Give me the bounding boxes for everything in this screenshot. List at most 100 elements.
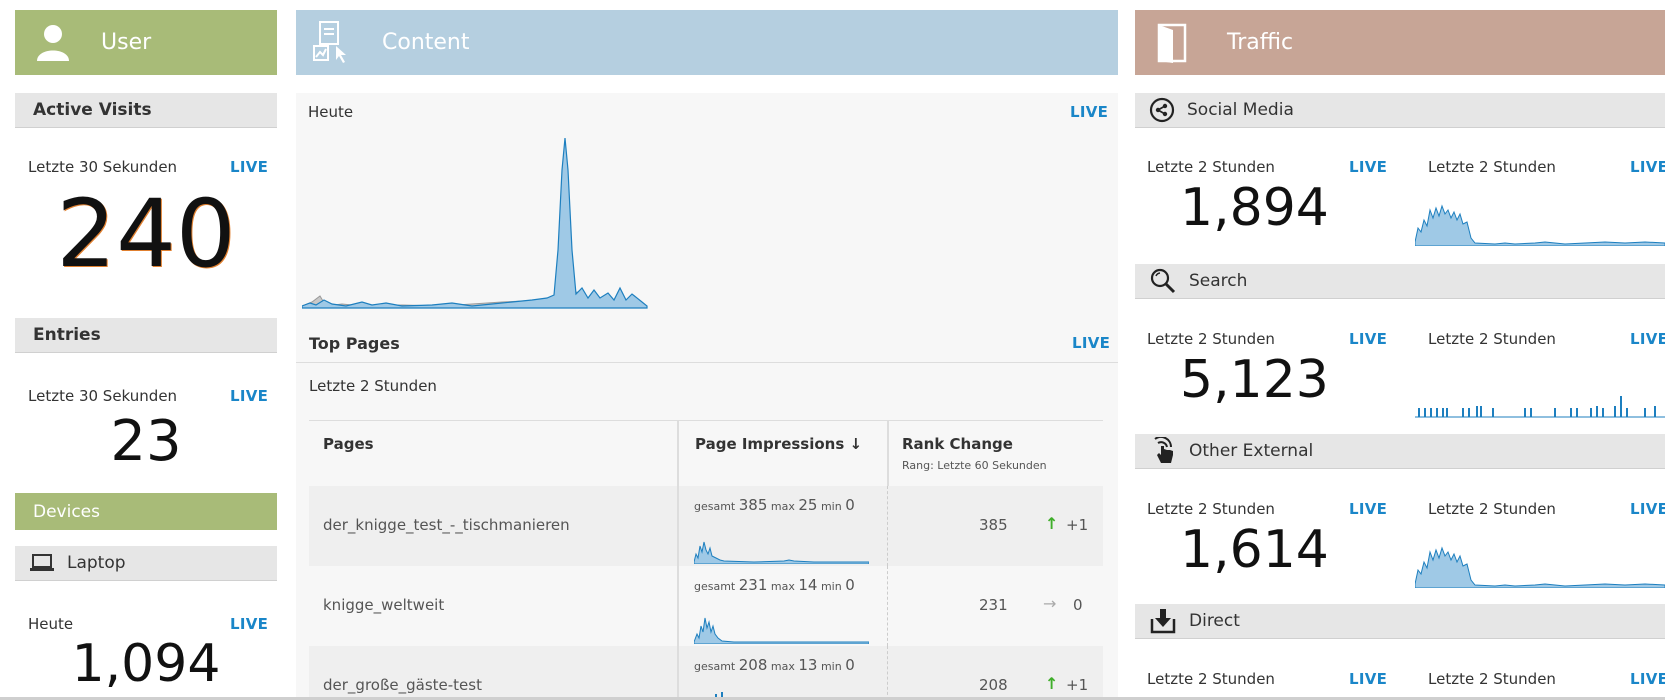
row-page-name[interactable]: der_große_gäste-test (323, 676, 482, 694)
col-separator-1 (677, 566, 679, 646)
user-header-title: User (101, 30, 152, 55)
traffic-period: Letzte 2 Stunden (1147, 330, 1275, 348)
col-pages-header[interactable]: Pages (323, 435, 374, 453)
search-icon (1150, 268, 1176, 294)
top-pages-live[interactable]: LIVE (1072, 334, 1110, 352)
table-row[interactable]: knigge_weltweit gesamt 231 max 14 min 0 … (309, 566, 1103, 646)
col-separator-2 (887, 421, 889, 486)
gesamt-value: 385 (738, 496, 768, 514)
traffic-live[interactable]: LIVE (1349, 158, 1387, 176)
min-value: 0 (845, 496, 855, 514)
min-label: min (820, 580, 842, 593)
devices-bar[interactable]: Devices (15, 493, 277, 530)
row-impressions-sparkline (694, 617, 869, 644)
content-today-area-blue (302, 137, 648, 309)
content-header[interactable]: Content (296, 10, 1118, 75)
entries-bar: Entries (15, 318, 277, 353)
traffic-value: 1,894 (1180, 178, 1329, 238)
row-rank-value: 385 (979, 516, 1008, 534)
entries-live[interactable]: LIVE (230, 387, 268, 405)
traffic-section-label: Direct (1189, 611, 1240, 631)
traffic-section-label: Other External (1189, 441, 1314, 461)
traffic-period-chart: Letzte 2 Stunden (1428, 500, 1556, 518)
row-impressions-stats: gesamt 231 max 14 min 0 (694, 576, 855, 594)
traffic-live[interactable]: LIVE (1349, 500, 1387, 518)
active-visits-bar: Active Visits (15, 93, 277, 128)
col-rank-subheader: Rang: Letzte 60 Sekunden (902, 459, 1047, 472)
max-label: max (770, 500, 795, 513)
traffic-section-bar[interactable]: Direct (1135, 604, 1665, 639)
top-pages-divider (296, 362, 1118, 363)
laptop-label: Laptop (67, 553, 126, 573)
traffic-period: Letzte 2 Stunden (1147, 670, 1275, 688)
traffic-period-chart: Letzte 2 Stunden (1428, 330, 1556, 348)
share-icon (1149, 97, 1175, 123)
laptop-period: Heute (28, 615, 74, 633)
col-rank-header[interactable]: Rank Change (902, 435, 1013, 453)
traffic-live[interactable]: LIVE (1349, 670, 1387, 688)
traffic-period: Letzte 2 Stunden (1147, 500, 1275, 518)
user-header[interactable]: User (15, 10, 277, 75)
gesamt-label: gesamt (694, 660, 736, 673)
col-impressions-header[interactable]: Page Impressions ↓ (695, 435, 862, 453)
traffic-live-chart[interactable]: LIVE (1630, 330, 1665, 348)
row-rank-value: 208 (979, 676, 1008, 694)
traffic-live-chart[interactable]: LIVE (1630, 670, 1665, 688)
laptop-icon (30, 554, 54, 571)
content-today-label: Heute (308, 103, 354, 121)
content-today-live[interactable]: LIVE (1070, 103, 1108, 121)
traffic-header[interactable]: Traffic (1135, 10, 1665, 75)
max-value: 25 (798, 496, 818, 514)
row-page-name[interactable]: der_knigge_test_-_tischmanieren (323, 516, 570, 534)
traffic-section-bar[interactable]: Search (1135, 264, 1665, 299)
traffic-period: Letzte 2 Stunden (1147, 158, 1275, 176)
laptop-value: 1,094 (71, 634, 221, 694)
traffic-live-chart[interactable]: LIVE (1630, 158, 1665, 176)
min-value: 0 (845, 656, 855, 674)
download-icon (1150, 609, 1176, 634)
traffic-period-chart: Letzte 2 Stunden (1428, 158, 1556, 176)
rank-up-arrow-icon: ↑ (1045, 674, 1059, 693)
min-label: min (820, 500, 842, 513)
max-label: max (770, 580, 795, 593)
traffic-live-chart[interactable]: LIVE (1630, 500, 1665, 518)
active-visits-live[interactable]: LIVE (230, 158, 268, 176)
rank-same-arrow-icon: → (1043, 594, 1057, 613)
laptop-live[interactable]: LIVE (230, 615, 268, 633)
traffic-section-bar[interactable]: Social Media (1135, 93, 1665, 128)
table-row[interactable]: der_große_gäste-test gesamt 208 max 13 m… (309, 646, 1103, 700)
row-rank-value: 231 (979, 596, 1008, 614)
rank-up-arrow-icon: ↑ (1045, 514, 1059, 533)
row-page-name[interactable]: knigge_weltweit (323, 596, 444, 614)
min-label: min (820, 660, 842, 673)
active-visits-value: 240 (56, 180, 236, 289)
top-pages-title: Top Pages (309, 334, 400, 353)
top-pages-table-header: Pages Page Impressions ↓ Rank Change Ran… (309, 420, 1103, 486)
devices-title: Devices (33, 501, 100, 522)
active-visits-title: Active Visits (33, 100, 152, 120)
traffic-section-label: Social Media (1187, 100, 1294, 120)
content-header-title: Content (382, 30, 470, 55)
door-icon (1157, 23, 1187, 63)
traffic-header-title: Traffic (1227, 30, 1294, 55)
max-label: max (770, 660, 795, 673)
row-impressions-sparkline (694, 541, 869, 564)
traffic-section-label: Search (1189, 271, 1248, 291)
row-impressions-stats: gesamt 385 max 25 min 0 (694, 496, 855, 514)
table-row[interactable]: der_knigge_test_-_tischmanieren gesamt 3… (309, 486, 1103, 566)
col-separator-1 (677, 646, 679, 700)
top-pages-period: Letzte 2 Stunden (309, 377, 437, 395)
col-separator-1 (677, 421, 679, 486)
traffic-sparkline (1415, 546, 1665, 588)
row-impressions-stats: gesamt 208 max 13 min 0 (694, 656, 855, 674)
traffic-value: 5,123 (1180, 350, 1329, 410)
col-separator-2 (887, 486, 888, 566)
traffic-value: 1,614 (1180, 520, 1329, 580)
row-rank-change: +1 (1066, 516, 1089, 534)
gesamt-label: gesamt (694, 580, 736, 593)
traffic-section-bar[interactable]: Other External (1135, 434, 1665, 469)
content-report-icon (313, 20, 346, 63)
traffic-sparkline (1415, 396, 1665, 418)
traffic-live[interactable]: LIVE (1349, 330, 1387, 348)
col-separator-2 (887, 566, 888, 646)
